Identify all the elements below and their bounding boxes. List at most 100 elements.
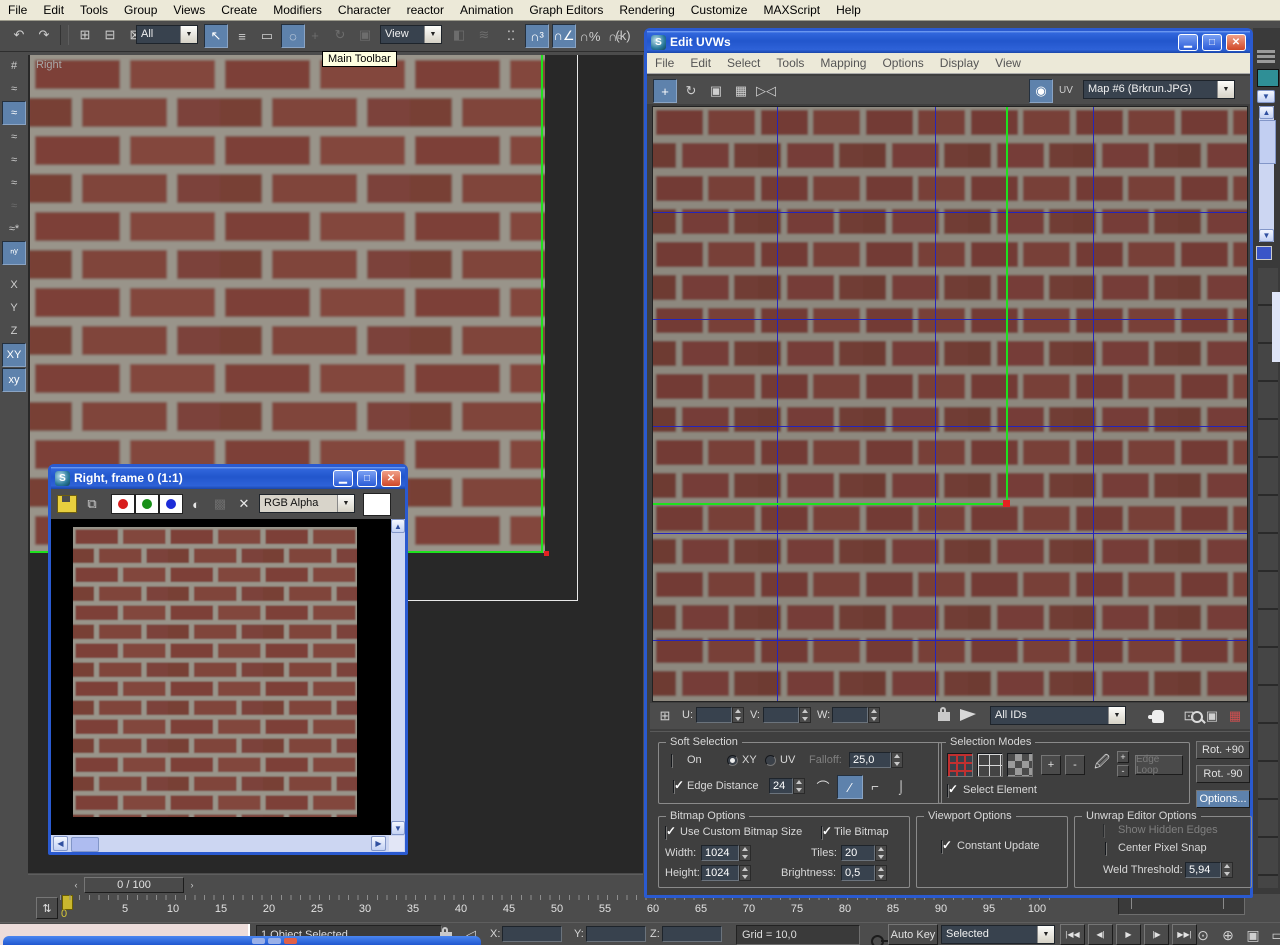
selected-vertex[interactable] xyxy=(544,551,549,556)
rotate-plus90-button[interactable]: Rot. +90 xyxy=(1196,741,1250,759)
dropdown-arrow-icon[interactable] xyxy=(337,495,354,512)
minimize-button[interactable]: ▁ xyxy=(333,469,353,487)
constant-update-checkbox[interactable] xyxy=(941,840,943,854)
brush-larger-button[interactable]: + xyxy=(1117,751,1129,763)
freeform-mode-icon[interactable]: ▦ xyxy=(730,80,752,102)
go-to-start-icon[interactable]: |◀◀ xyxy=(1060,924,1085,945)
scroll-down-arrow-icon[interactable]: ▼ xyxy=(1259,229,1274,242)
window-crossing-toggle-icon[interactable]: ◌ xyxy=(281,24,305,48)
snap-grid-icon[interactable]: ▦ xyxy=(1224,705,1246,727)
weld-threshold-field[interactable]: 5,94 xyxy=(1185,862,1221,878)
move-uv-icon[interactable]: + xyxy=(653,79,677,103)
scroll-right-arrow-icon[interactable]: ▶ xyxy=(371,836,386,851)
green-channel-button[interactable] xyxy=(135,494,159,514)
time-slider-track[interactable]: ‹ 0 / 100 › xyxy=(28,874,643,895)
angle-snap-icon[interactable]: ∩∠ xyxy=(552,24,576,48)
unlink-selection-icon[interactable]: ⊟ xyxy=(99,24,121,46)
falloff-curve-smooth-icon[interactable]: ⌒ xyxy=(811,775,835,797)
width-field[interactable]: 1024 xyxy=(701,845,739,861)
zoom-icon[interactable]: ⊙ xyxy=(1192,924,1214,945)
render-window-titlebar[interactable]: S Right, frame 0 (1:1) ▁ □ ✕ xyxy=(51,467,405,489)
uvw-menu-item[interactable]: File xyxy=(647,54,682,72)
menu-item[interactable]: Group xyxy=(116,1,165,19)
edge-loop-button[interactable]: Edge Loop xyxy=(1135,754,1183,776)
uv-canvas[interactable] xyxy=(652,106,1248,702)
menu-item[interactable]: Animation xyxy=(452,1,521,19)
falloff-curve-linear-icon[interactable]: ∕ xyxy=(837,775,863,799)
grow-selection-button[interactable]: + xyxy=(1041,755,1061,775)
u-spinner[interactable] xyxy=(732,707,744,723)
render-image-area[interactable] xyxy=(51,519,391,835)
dropdown-arrow-icon[interactable]: ▼ xyxy=(1257,90,1275,103)
play-animation-icon[interactable]: ▶ xyxy=(1116,924,1141,945)
menu-item[interactable]: Tools xyxy=(72,1,116,19)
dropdown-arrow-icon[interactable] xyxy=(180,26,197,43)
uvw-titlebar[interactable]: S Edit UVWs ▁ □ ✕ xyxy=(647,31,1250,53)
u-value-field[interactable] xyxy=(696,707,732,723)
weld-threshold-spinner[interactable] xyxy=(1221,862,1233,878)
select-and-move-icon[interactable]: + xyxy=(304,24,326,46)
falloff-curve-fast-icon[interactable]: ⌡ xyxy=(889,775,913,797)
scroll-up-arrow-icon[interactable]: ▲ xyxy=(391,519,405,533)
height-field[interactable]: 1024 xyxy=(701,865,739,881)
menu-item[interactable]: reactor xyxy=(399,1,452,19)
edge-mode-button[interactable] xyxy=(977,753,1003,777)
brightness-spinner[interactable] xyxy=(875,865,887,881)
scale-uv-icon[interactable]: ▣ xyxy=(705,80,727,102)
resize-grip[interactable] xyxy=(389,836,404,851)
show-map-icon[interactable]: ◉ xyxy=(1029,79,1053,103)
uvw-menu-item[interactable]: Tools xyxy=(768,54,812,72)
align-icon[interactable]: ≋ xyxy=(473,24,495,46)
next-frame-arrow-icon[interactable]: › xyxy=(186,877,198,893)
channel-display-dropdown[interactable]: RGB Alpha xyxy=(259,494,355,513)
close-button[interactable]: ✕ xyxy=(1226,33,1246,51)
mirror-icon[interactable]: ◧ xyxy=(448,24,470,46)
sample-scrollbar[interactable]: ▲ ▼ xyxy=(1259,106,1276,242)
menu-item[interactable]: MAXScript xyxy=(755,1,828,19)
dropdown-arrow-icon[interactable] xyxy=(1217,81,1234,98)
uvw-menu-item[interactable]: Select xyxy=(719,54,768,72)
blue-channel-button[interactable] xyxy=(159,494,183,514)
minimize-button[interactable]: ▁ xyxy=(1178,33,1198,51)
axis-xy-button[interactable]: XY xyxy=(2,343,26,367)
menu-item[interactable]: Customize xyxy=(683,1,756,19)
dropdown-arrow-icon[interactable] xyxy=(424,26,441,43)
soft-selection-on-checkbox[interactable] xyxy=(671,754,673,768)
scroll-down-arrow-icon[interactable]: ▼ xyxy=(391,821,405,835)
snaps-use-axis-constraints-icon[interactable]: ⁚⁚ xyxy=(500,25,522,47)
edge-distance-spinner[interactable] xyxy=(793,778,805,794)
scrollbar-thumb[interactable] xyxy=(1259,120,1276,164)
tiles-field[interactable]: 20 xyxy=(841,845,875,861)
vertex-mode-button[interactable] xyxy=(947,753,973,777)
use-custom-bitmap-size-checkbox[interactable] xyxy=(665,826,667,840)
zoom-region-icon[interactable]: ⊡ xyxy=(1178,705,1200,727)
show-hidden-edges-checkbox[interactable] xyxy=(1103,824,1105,838)
falloff-field[interactable]: 25,0 xyxy=(849,752,891,768)
v-spinner[interactable] xyxy=(799,707,811,723)
selected-uv-vertex[interactable] xyxy=(1003,500,1010,507)
w-spinner[interactable] xyxy=(868,707,880,723)
clear-image-icon[interactable]: ✕ xyxy=(233,493,255,515)
menu-item[interactable]: Create xyxy=(213,1,265,19)
uv-radio[interactable] xyxy=(765,755,776,766)
edge-distance-checkbox[interactable] xyxy=(673,780,675,794)
dropdown-arrow-icon[interactable] xyxy=(1037,926,1054,943)
options-button[interactable]: Options... xyxy=(1196,790,1250,808)
axis-xy2-button[interactable]: xy xyxy=(2,368,26,392)
snap-midpoint-icon[interactable]: ≈ xyxy=(3,149,25,171)
maximize-button[interactable]: □ xyxy=(357,469,377,487)
uvw-menu-item[interactable]: View xyxy=(987,54,1029,72)
paint-select-brush-icon[interactable]: 🖉 xyxy=(1091,753,1113,775)
selection-filter-dropdown[interactable]: All xyxy=(136,25,198,44)
snap-toggle-3d-icon[interactable]: ∩³ xyxy=(525,24,549,48)
absolute-mode-icon[interactable]: ⊞ xyxy=(654,705,676,727)
set-key-icon[interactable] xyxy=(871,935,894,945)
maximize-button[interactable]: □ xyxy=(1202,33,1222,51)
hamburger-menu-icon[interactable] xyxy=(1257,50,1275,53)
map-selector-dropdown[interactable]: Map #6 (Brkrun.JPG) xyxy=(1083,80,1235,99)
w-value-field[interactable] xyxy=(832,707,868,723)
monochrome-channel-icon[interactable]: ◐ xyxy=(185,493,207,515)
menu-item[interactable]: Character xyxy=(330,1,399,19)
y-coordinate-field[interactable] xyxy=(586,926,646,942)
uvw-menu-item[interactable]: Options xyxy=(874,54,931,72)
